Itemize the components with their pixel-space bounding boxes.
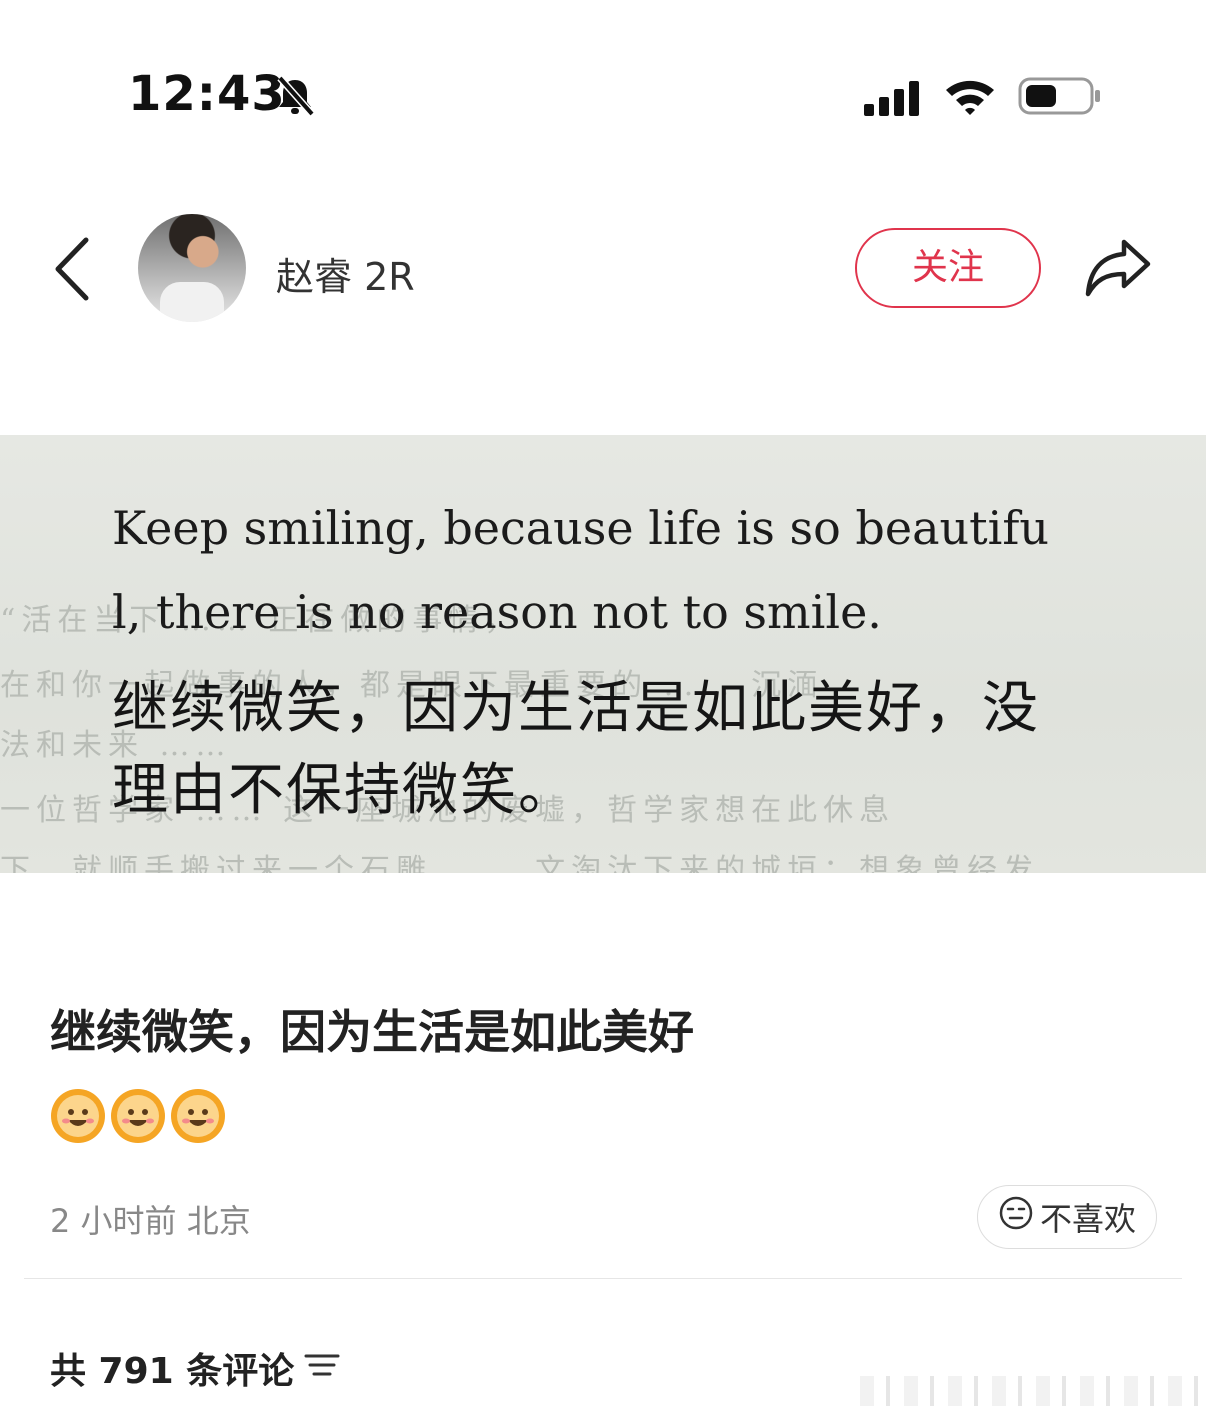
status-time: 12:43 xyxy=(128,66,286,122)
divider xyxy=(24,1278,1182,1279)
emoji-row xyxy=(50,1088,230,1144)
bell-slash-icon xyxy=(274,74,316,122)
post-image[interactable]: “活在当下 …… 正在做的事情， 在和你一起做事的人，都是眼下最重要的 …… 沉… xyxy=(0,435,1206,873)
meh-face-icon xyxy=(998,1195,1034,1239)
sun-smile-emoji xyxy=(170,1088,226,1144)
comments-sort-toggle[interactable]: 共 791 条评论 xyxy=(50,1342,340,1394)
avatar[interactable] xyxy=(138,214,246,322)
back-button[interactable] xyxy=(50,236,100,306)
cropped-content-strip xyxy=(860,1376,1200,1406)
battery-icon xyxy=(1018,76,1102,120)
share-button[interactable] xyxy=(1084,236,1152,304)
dislike-label: 不喜欢 xyxy=(1039,1200,1136,1238)
quote-english-line-1: Keep smiling, because life is so beautif… xyxy=(112,501,1049,555)
follow-button[interactable]: 关注 xyxy=(855,228,1041,308)
sort-icon xyxy=(304,1348,340,1389)
author-name[interactable]: 赵睿 2R xyxy=(276,246,415,301)
post-title: 继续微笑，因为生活是如此美好 xyxy=(50,1005,694,1059)
post-meta: 2 小时前 北京 xyxy=(50,1202,251,1240)
chevron-left-icon xyxy=(50,237,94,306)
quote-english-line-2: l, there is no reason not to smile. xyxy=(112,585,882,639)
status-bar: 12:43 xyxy=(0,0,1206,190)
quote-chinese-line-2: 理由不保持微笑。 xyxy=(112,758,576,823)
sun-smile-emoji xyxy=(50,1088,106,1144)
share-icon xyxy=(1084,239,1152,304)
comments-count-label: 共 791 条评论 xyxy=(50,1351,295,1392)
dislike-button[interactable]: 不喜欢 xyxy=(977,1185,1157,1249)
signal-icon xyxy=(864,80,924,120)
sun-smile-emoji xyxy=(110,1088,166,1144)
quote-chinese-line-1: 继续微笑，因为生活是如此美好，没 xyxy=(112,676,1040,741)
wifi-icon xyxy=(944,76,996,120)
